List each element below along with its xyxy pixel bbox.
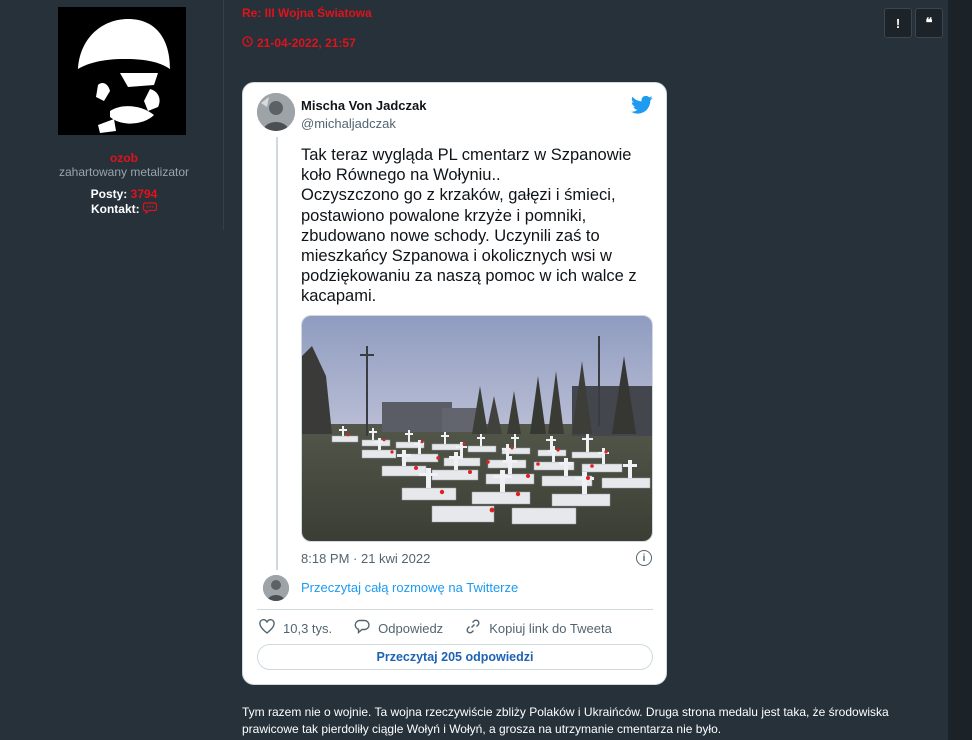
post-count: Posty: 3794 [24, 187, 224, 201]
embedded-tweet: Mischa Von Jadczak @michaljadczak Tak te… [242, 82, 667, 685]
tweet-author-handle[interactable]: @michaljadczak [301, 116, 396, 131]
clock-icon [242, 36, 253, 50]
read-replies-button[interactable]: Przeczytaj 205 odpowiedzi [257, 644, 653, 670]
post-count-value[interactable]: 3794 [131, 187, 158, 201]
report-button[interactable]: ! [884, 8, 912, 38]
contact-label: Kontakt: [90, 202, 140, 216]
quote-button[interactable]: ❝ [915, 8, 943, 38]
username[interactable]: ozob [24, 151, 224, 165]
user-profile: ozob zahartowany metalizator Posty: 3794… [24, 0, 224, 230]
tweet-author-avatar-small[interactable] [263, 575, 289, 601]
reply-icon [354, 619, 370, 637]
tweet-author-name[interactable]: Mischa Von Jadczak [301, 98, 426, 113]
like-count: 10,3 tys. [283, 620, 333, 636]
reply-label: Odpowiedz [378, 620, 444, 636]
read-conversation-link[interactable]: Przeczytaj całą rozmowę na Twitterze [301, 580, 518, 595]
exclamation-icon: ! [895, 15, 901, 31]
tweet-photo[interactable] [301, 315, 653, 542]
post-date-text: 21-04-2022, 21:57 [257, 36, 356, 50]
link-icon [465, 619, 481, 637]
tweet-author-avatar[interactable] [257, 93, 295, 131]
user-rank: zahartowany metalizator [58, 165, 190, 179]
divider [257, 609, 653, 610]
tweet-actions: 10,3 tys. Odpowiedz Kopiuj link do Tweet… [259, 619, 634, 637]
like-button[interactable]: 10,3 tys. [259, 619, 332, 637]
quote-icon: ❝ [925, 15, 933, 30]
contact: Kontakt: [24, 202, 224, 217]
scrollbar[interactable] [948, 0, 972, 740]
heart-icon [259, 619, 275, 637]
tweet-text: Tak teraz wygląda PL cmentarz w Szpanowi… [301, 146, 637, 306]
post-body: Tym razem nie o wojnie. Ta wojna rzeczyw… [242, 705, 889, 736]
chat-bubble-icon[interactable] [142, 202, 158, 217]
copy-link-button[interactable]: Kopiuj link do Tweeta [465, 619, 612, 637]
reply-button[interactable]: Odpowiedz [354, 619, 443, 637]
info-icon[interactable]: i [636, 550, 652, 566]
avatar[interactable] [58, 7, 186, 135]
post-title[interactable]: Re: III Wojna Światowa [242, 6, 372, 20]
copy-link-label: Kopiuj link do Tweeta [489, 620, 612, 636]
twitter-bird-icon[interactable] [630, 95, 653, 115]
thread-line [276, 137, 278, 570]
post-count-label: Posty: [90, 187, 128, 201]
tweet-timestamp[interactable]: 8:18 PM · 21 kwi 2022 [301, 551, 430, 566]
post-date[interactable]: 21-04-2022, 21:57 [242, 36, 356, 50]
forum-post: ozob zahartowany metalizator Posty: 3794… [0, 0, 948, 740]
